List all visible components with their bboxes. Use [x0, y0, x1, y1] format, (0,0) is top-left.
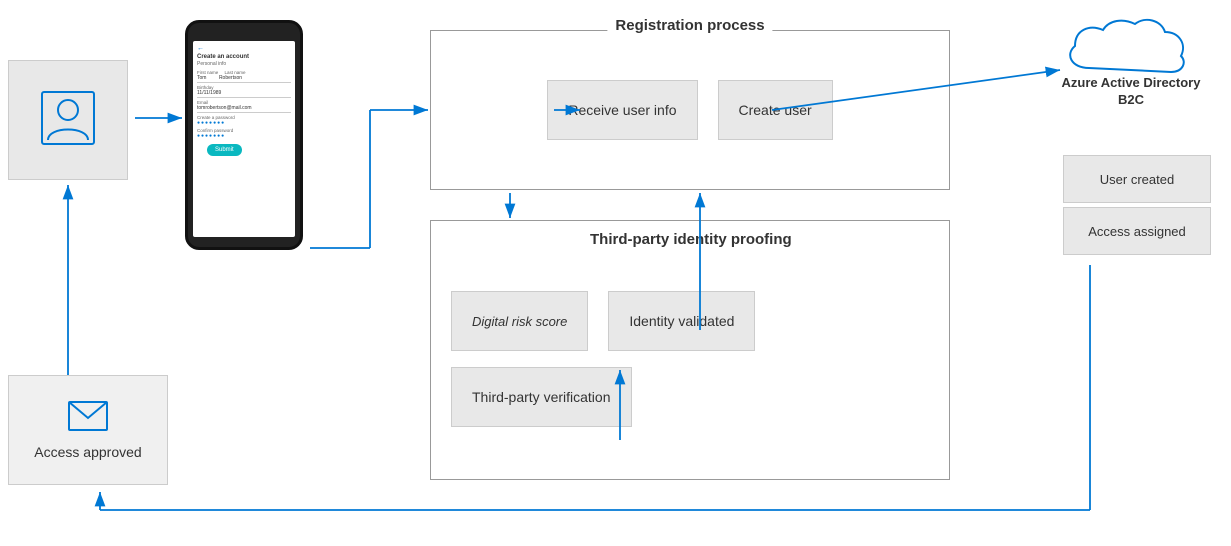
thirdparty-title: Third-party identity proofing	[590, 231, 790, 248]
thirdparty-steps: Digital risk score Identity validated Th…	[431, 271, 949, 437]
thirdparty-verification-box: Third-party verification	[451, 367, 632, 427]
access-approved-label: Access approved	[34, 444, 141, 460]
phone: ← Create an account Personal info First …	[185, 20, 305, 320]
submit-button[interactable]: Submit	[207, 144, 242, 156]
thirdparty-row2: Third-party verification	[451, 367, 929, 427]
phone-screen: ← Create an account Personal info First …	[193, 41, 295, 237]
access-approved-box: Access approved	[8, 375, 168, 485]
receive-user-info-box: Receive user info	[547, 80, 697, 140]
field-confirm-dots: ●●●●●●●	[197, 133, 291, 139]
thirdparty-box: Third-party identity proofing Digital ri…	[430, 220, 950, 480]
azure-cloud: Azure Active Directory B2C	[1051, 10, 1211, 109]
azure-title: Azure Active Directory B2C	[1051, 75, 1211, 109]
field-name-value: Tom Robertson	[197, 75, 291, 83]
cloud-svg	[1061, 10, 1201, 80]
back-arrow: ←	[197, 45, 291, 52]
field-password-dots: ●●●●●●●	[197, 120, 291, 126]
field-email-value: tomrobertson@mail.com	[197, 105, 291, 113]
digital-risk-score-box: Digital risk score	[451, 291, 588, 351]
cloud-shape: Azure Active Directory B2C	[1051, 10, 1211, 109]
screen-title: Create an account	[197, 54, 291, 60]
phone-body: ← Create an account Personal info First …	[185, 20, 303, 250]
azure-sub-boxes: User created Access assigned	[1063, 155, 1211, 255]
user-created-box: User created	[1063, 155, 1211, 203]
access-assigned-box: Access assigned	[1063, 207, 1211, 255]
thirdparty-row1: Digital risk score Identity validated	[451, 291, 929, 351]
envelope-icon	[68, 401, 108, 436]
field-birthday-value: 11/11/1989	[197, 90, 291, 98]
identity-validated-box: Identity validated	[608, 291, 755, 351]
screen-subtitle: Personal info	[197, 61, 291, 67]
registration-box: Registration process Receive user info C…	[430, 30, 950, 190]
registration-title: Registration process	[607, 17, 772, 34]
registration-steps: Receive user info Create user	[431, 31, 949, 189]
create-user-box: Create user	[718, 80, 833, 140]
user-icon	[38, 88, 98, 153]
diagram: Access approved ← Create an account Pers…	[0, 0, 1231, 546]
user-box	[8, 60, 128, 180]
